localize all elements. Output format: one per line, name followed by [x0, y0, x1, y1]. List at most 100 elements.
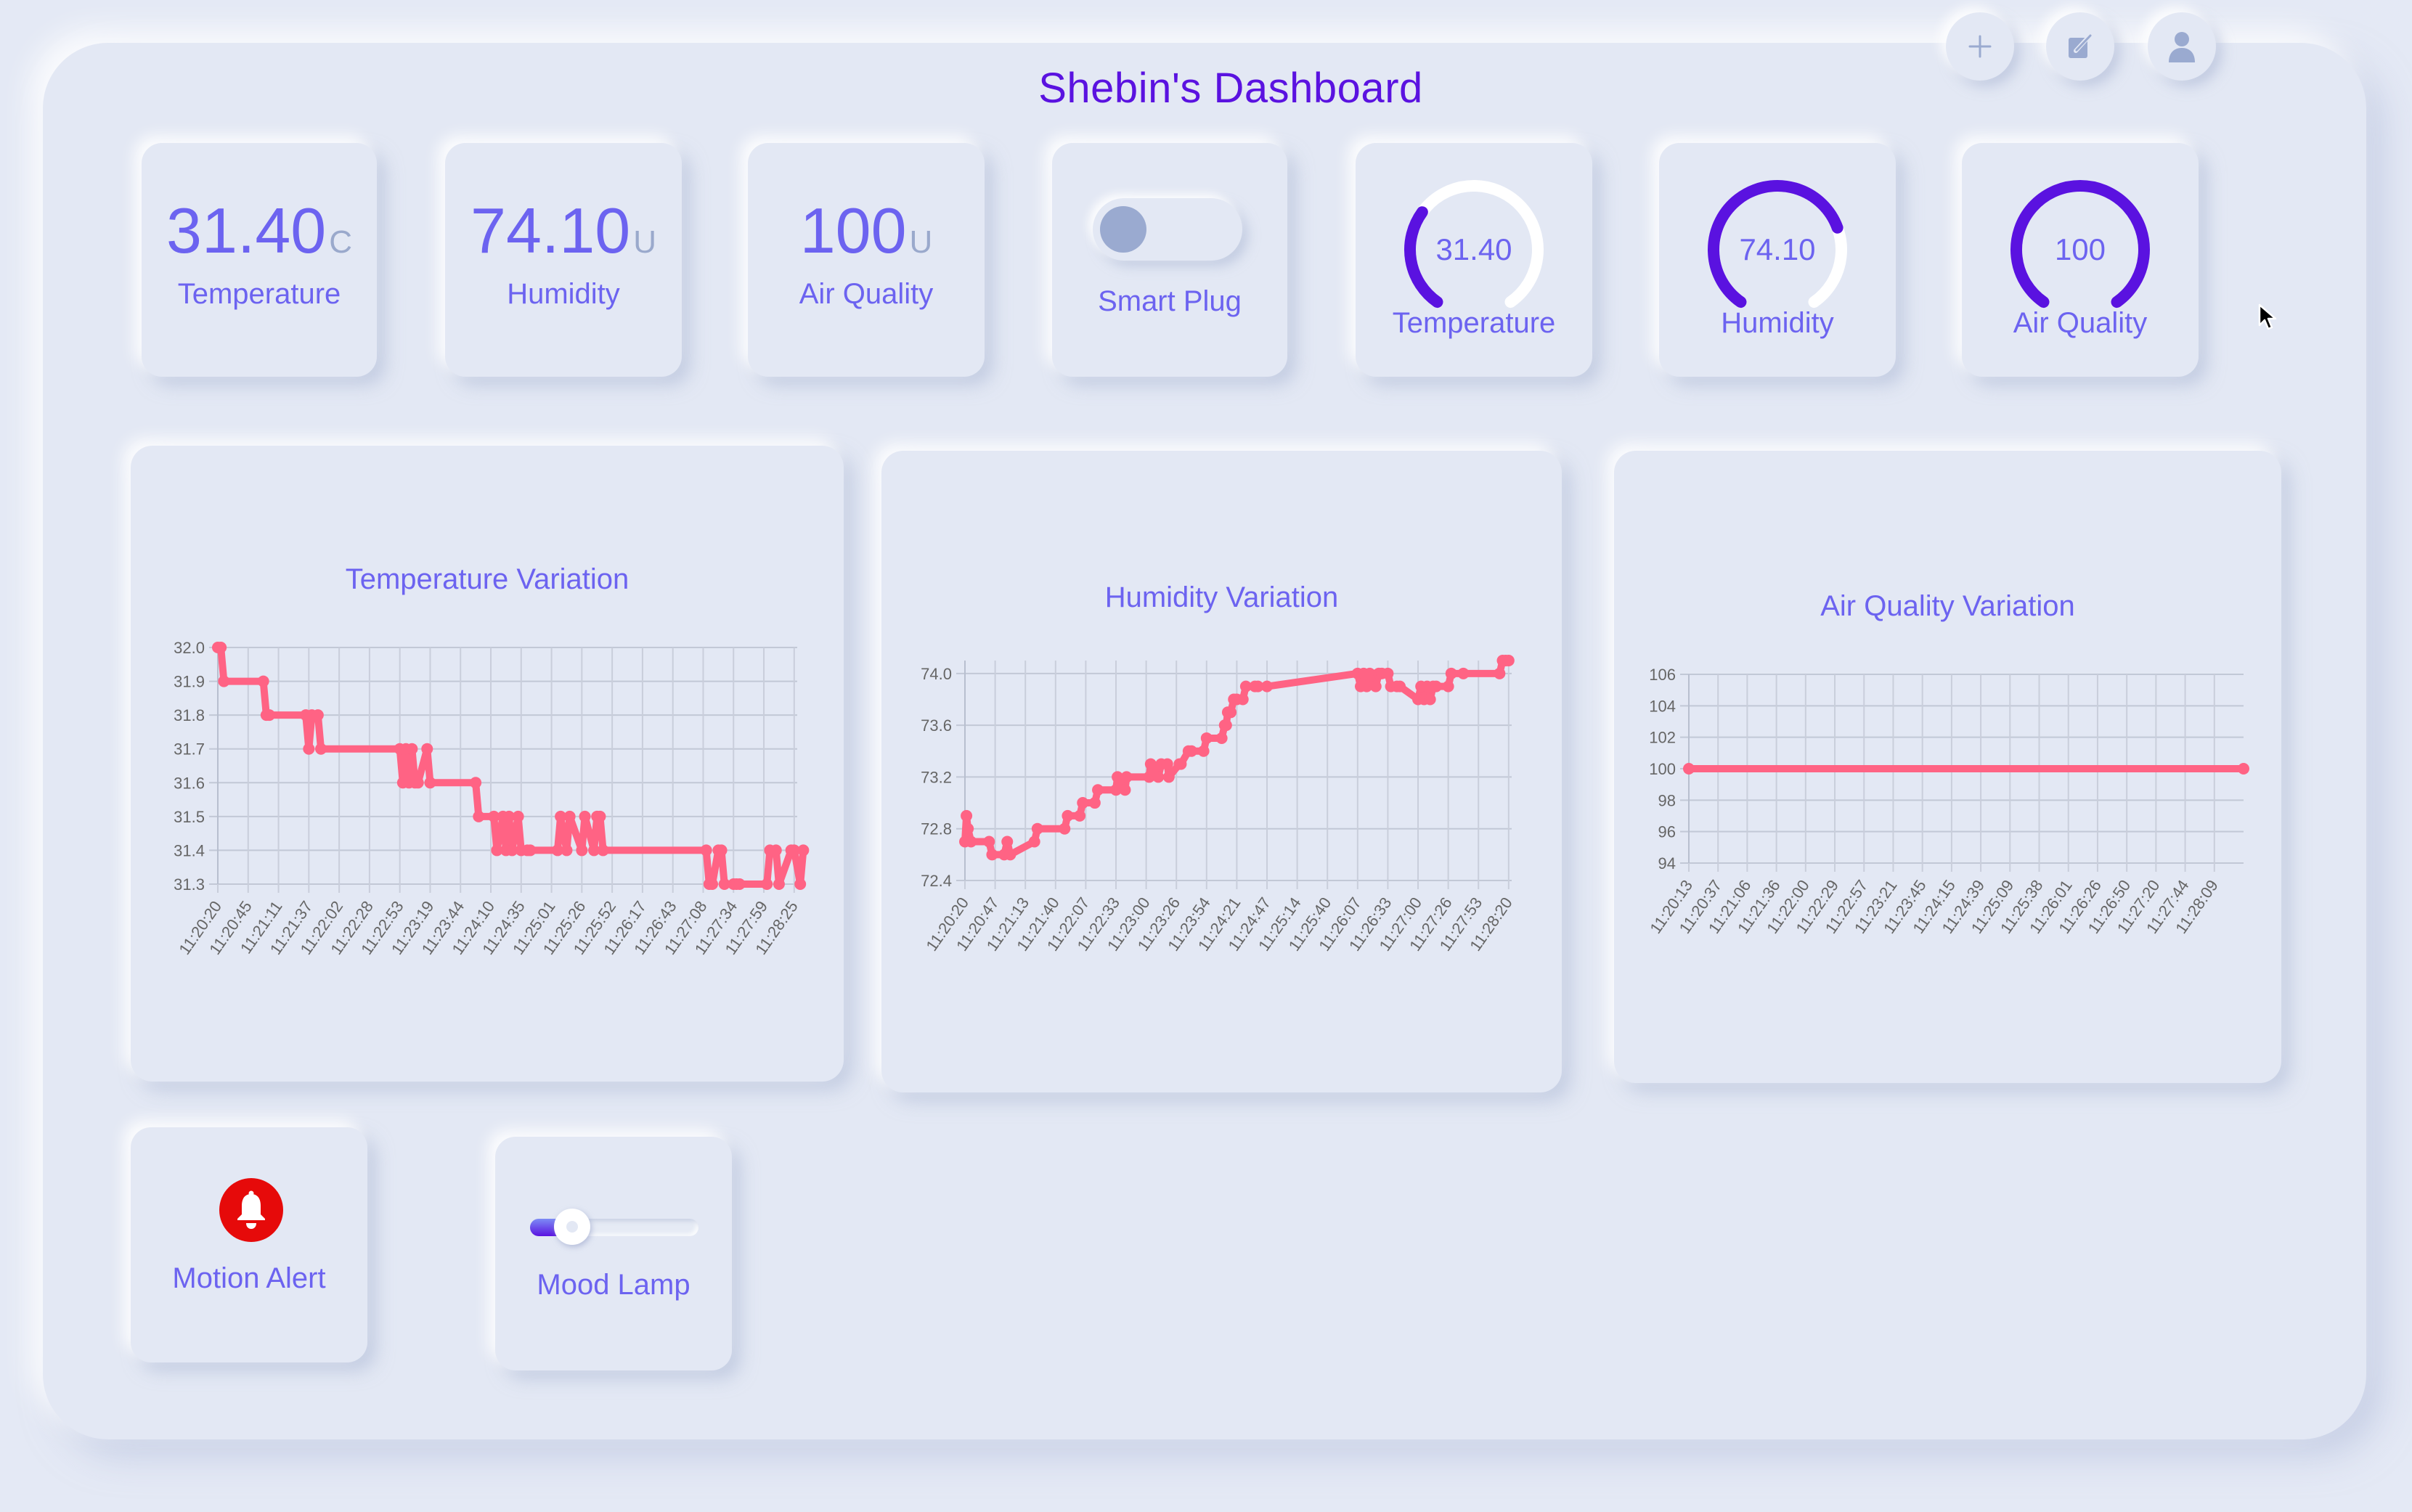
card-label: Temperature [177, 278, 341, 310]
stat-value: 100U [748, 194, 985, 268]
data-point [797, 844, 810, 857]
data-point [1502, 655, 1515, 666]
gauge-value: 31.40 [1435, 232, 1512, 266]
data-point [1457, 667, 1470, 679]
data-point [715, 844, 728, 857]
temperature-unit: C [329, 224, 352, 260]
gauge-card-humidity: 74.10 Humidity [1659, 143, 1896, 377]
air-quality-gauge: 100 [2010, 180, 2150, 308]
stat-value: 74.10U [445, 194, 682, 268]
y-tick-label: 72.8 [921, 820, 952, 838]
data-point [311, 709, 324, 722]
gauge-fill [1404, 206, 1443, 308]
data-point [594, 810, 606, 822]
card-label: Smart Plug [1098, 285, 1242, 317]
data-point [962, 822, 974, 835]
card-label: Temperature [1392, 307, 1556, 339]
card-label: Motion Alert [172, 1262, 326, 1294]
data-point [1430, 680, 1442, 692]
air-quality-chart: 10610410210098969411:20:1311:20:3711:21:… [1646, 666, 2249, 937]
data-point [1059, 822, 1071, 835]
y-tick-label: 96 [1658, 823, 1676, 841]
smart-plug-toggle[interactable] [1093, 198, 1242, 261]
data-point [1200, 732, 1213, 744]
edit-button[interactable] [2046, 12, 2114, 81]
humidity-chart: 74.073.673.272.872.411:20:2011:20:4711:2… [921, 655, 1516, 955]
data-point [1162, 771, 1175, 783]
data-point [1031, 822, 1043, 835]
mood-lamp-card: Mood Lamp [495, 1137, 732, 1370]
data-point [1442, 680, 1454, 692]
data-point [1074, 809, 1086, 822]
data-point [303, 743, 315, 755]
profile-button[interactable] [2148, 12, 2216, 81]
card-label: Air Quality [799, 278, 934, 310]
data-point [597, 844, 609, 857]
y-tick-label: 73.2 [921, 768, 952, 786]
data-point [1161, 758, 1173, 770]
data-point [512, 810, 524, 822]
data-point [470, 777, 482, 789]
data-point [561, 844, 573, 857]
air-quality-unit: U [909, 224, 933, 260]
data-point [1261, 680, 1274, 692]
data-point [700, 844, 712, 857]
toggle-knob [1100, 206, 1146, 253]
data-point [1424, 693, 1436, 706]
y-tick-label: 94 [1658, 854, 1676, 873]
data-point [965, 835, 977, 848]
gauge-card-temperature: 31.40 Temperature [1356, 143, 1592, 377]
humidity-chart-card: Humidity Variation 74.0 73.6 73.2 72.8 72.4 1… [881, 451, 1562, 1092]
humidity-value: 74.10 [470, 195, 631, 266]
edit-icon [2069, 33, 2093, 58]
y-tick-label: 31.7 [174, 740, 205, 759]
data-point [1494, 667, 1506, 679]
mouse-cursor-icon [2258, 303, 2277, 330]
data-point [1119, 784, 1131, 796]
data-point [1225, 706, 1237, 719]
y-tick-label: 73.6 [921, 716, 952, 735]
y-tick-label: 98 [1658, 791, 1676, 809]
data-point [1152, 771, 1165, 783]
data-point [1394, 680, 1406, 692]
motion-alert-button[interactable] [219, 1178, 283, 1242]
data-point [706, 878, 719, 890]
y-tick-label: 31.9 [174, 673, 205, 691]
y-tick-label: 31.6 [174, 774, 205, 792]
data-point [412, 777, 424, 789]
gauge-value: 74.10 [1739, 232, 1815, 266]
air-quality-chart-card: Air Quality Variation 106 104 102 100 98 96 94… [1614, 451, 2281, 1083]
data-point [1197, 745, 1210, 757]
y-tick-label: 72.4 [921, 872, 952, 890]
card-label: Humidity [1721, 307, 1834, 339]
data-point [257, 675, 269, 687]
y-tick-label: 100 [1649, 760, 1676, 778]
bell-icon [237, 1190, 265, 1229]
data-point [1445, 667, 1457, 679]
air-quality-value: 100 [799, 195, 907, 266]
y-tick-label: 32.0 [174, 639, 205, 657]
data-point [315, 743, 327, 755]
data-point [773, 878, 785, 890]
data-point [1382, 667, 1394, 679]
data-point [264, 709, 276, 722]
stat-card-humidity: 74.10U Humidity [445, 143, 682, 377]
data-point [986, 849, 998, 861]
y-tick-label: 31.4 [174, 841, 205, 859]
data-point [761, 878, 773, 890]
data-point [1683, 763, 1695, 775]
y-tick-label: 31.5 [174, 808, 205, 826]
add-button[interactable] [1946, 12, 2014, 81]
temperature-gauge: 31.40 [1404, 180, 1544, 308]
data-point [218, 675, 230, 687]
data-point [576, 844, 588, 857]
gauge-value: 100 [2055, 232, 2106, 266]
data-point [983, 835, 995, 848]
plus-icon [1968, 35, 1992, 58]
temperature-value: 31.40 [166, 195, 327, 266]
mood-lamp-slider[interactable] [530, 1209, 698, 1245]
data-point [406, 743, 418, 755]
user-icon [2169, 32, 2195, 62]
card-label: Mood Lamp [537, 1269, 690, 1301]
slider-thumb[interactable] [554, 1209, 590, 1245]
